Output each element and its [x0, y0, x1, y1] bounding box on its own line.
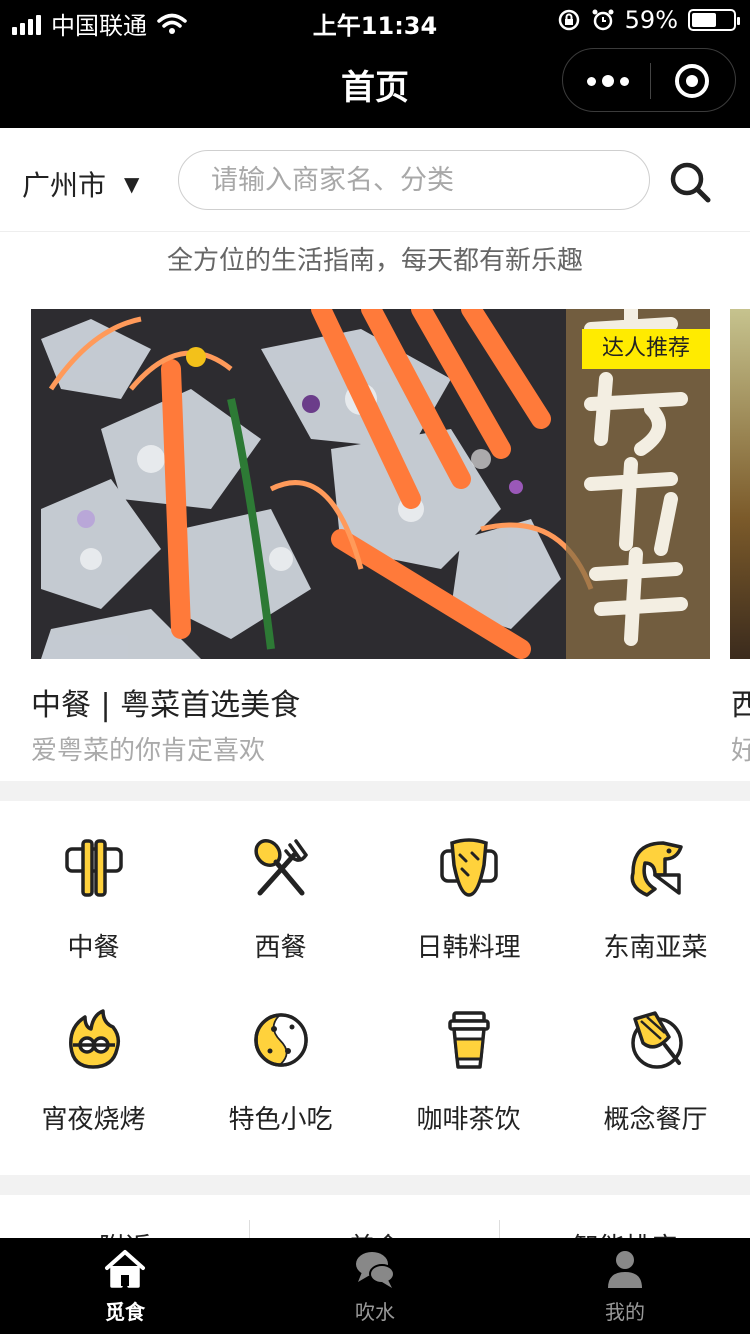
- top-bar: 中国联通 上午11:34 59% 首页: [0, 0, 750, 128]
- capsule-divider: [650, 63, 651, 99]
- category-concept-restaurant[interactable]: 概念餐厅: [562, 973, 749, 1143]
- sort-tabs: 附近 美食 智能排序: [0, 1195, 750, 1238]
- status-bar: 中国联通 上午11:34 59%: [0, 0, 750, 42]
- close-mini-program-icon[interactable]: [675, 64, 709, 98]
- category-japanese-korean[interactable]: 日韩料理: [375, 801, 562, 971]
- alarm-icon: [592, 9, 614, 31]
- section-divider: [0, 781, 750, 801]
- search-input[interactable]: [179, 151, 649, 209]
- bbq-icon: [69, 1009, 121, 1069]
- category-southeast-asian[interactable]: 东南亚菜: [562, 801, 749, 971]
- banner-image[interactable]: 达人推荐: [31, 309, 710, 659]
- city-name: 广州市: [22, 169, 107, 202]
- tab-chat[interactable]: 吹水: [250, 1238, 500, 1334]
- next-banner-title[interactable]: 西: [731, 680, 750, 724]
- mini-program-capsule: [562, 48, 736, 112]
- tagline: 全方位的生活指南，每天都有新乐趣: [166, 246, 583, 276]
- category-bbq[interactable]: 宵夜烧烤: [0, 973, 187, 1143]
- home-icon: [105, 1250, 145, 1288]
- more-icon[interactable]: [585, 67, 631, 95]
- next-banner-subtitle: 好: [731, 736, 750, 766]
- sort-tab-smart[interactable]: 智能排序: [500, 1227, 750, 1238]
- recommend-badge: 达人推荐: [581, 329, 710, 369]
- category-label: 咖啡茶饮: [416, 1105, 521, 1135]
- category-label: 宵夜烧烤: [41, 1105, 146, 1135]
- coffee-cup-icon: [448, 1011, 490, 1069]
- category-label: 西餐: [254, 933, 307, 963]
- category-label: 特色小吃: [228, 1105, 333, 1135]
- chat-icon: [356, 1252, 395, 1288]
- section-divider: [0, 1175, 750, 1195]
- banner-subtitle: 爱粤菜的你肯定喜欢: [31, 736, 266, 766]
- sort-tab-nearby[interactable]: 附近: [0, 1227, 250, 1238]
- category-label: 概念餐厅: [603, 1105, 708, 1135]
- category-chinese[interactable]: 中餐: [0, 801, 187, 971]
- search-box[interactable]: [178, 150, 650, 210]
- tab-label: 觅食: [105, 1300, 145, 1324]
- category-label: 东南亚菜: [603, 933, 708, 963]
- profile-icon: [608, 1251, 642, 1288]
- battery-percent: 59%: [624, 6, 678, 34]
- tab-label: 我的: [605, 1300, 645, 1324]
- tab-profile[interactable]: 我的: [500, 1238, 750, 1334]
- category-snacks[interactable]: 特色小吃: [187, 973, 374, 1143]
- bottom-tab-bar: 觅食 吹水 我的: [0, 1238, 750, 1334]
- tab-label: 吹水: [355, 1300, 395, 1324]
- spoon-fork-icon: [254, 839, 308, 896]
- rotation-lock-icon: [558, 9, 579, 31]
- sort-tab-food[interactable]: 美食: [250, 1227, 500, 1238]
- battery-icon: [688, 9, 740, 31]
- category-western[interactable]: 西餐: [187, 801, 374, 971]
- category-label: 中餐: [67, 933, 120, 963]
- snack-plate-icon: [254, 1013, 308, 1067]
- city-selector[interactable]: 广州市 ▼: [22, 164, 139, 204]
- next-banner-peek[interactable]: [730, 309, 750, 659]
- category-coffee-tea[interactable]: 咖啡茶饮: [375, 973, 562, 1143]
- caret-down-icon: ▼: [124, 172, 140, 196]
- shrimp-icon: [630, 841, 683, 897]
- search-row: 广州市 ▼: [0, 128, 750, 232]
- sushi-icon: [440, 838, 498, 897]
- chopsticks-icon: [65, 839, 123, 897]
- banner-title[interactable]: 中餐 | 粤菜首选美食: [31, 680, 300, 724]
- search-icon[interactable]: [668, 160, 712, 204]
- concept-plate-icon: [631, 1011, 683, 1069]
- category-grid: 中餐 西餐 日韩料理 东南亚菜 宵夜烧烤 特色小吃 咖啡茶饮 概念餐厅: [0, 801, 750, 1175]
- category-label: 日韩料理: [416, 933, 521, 963]
- tab-home[interactable]: 觅食: [0, 1238, 250, 1334]
